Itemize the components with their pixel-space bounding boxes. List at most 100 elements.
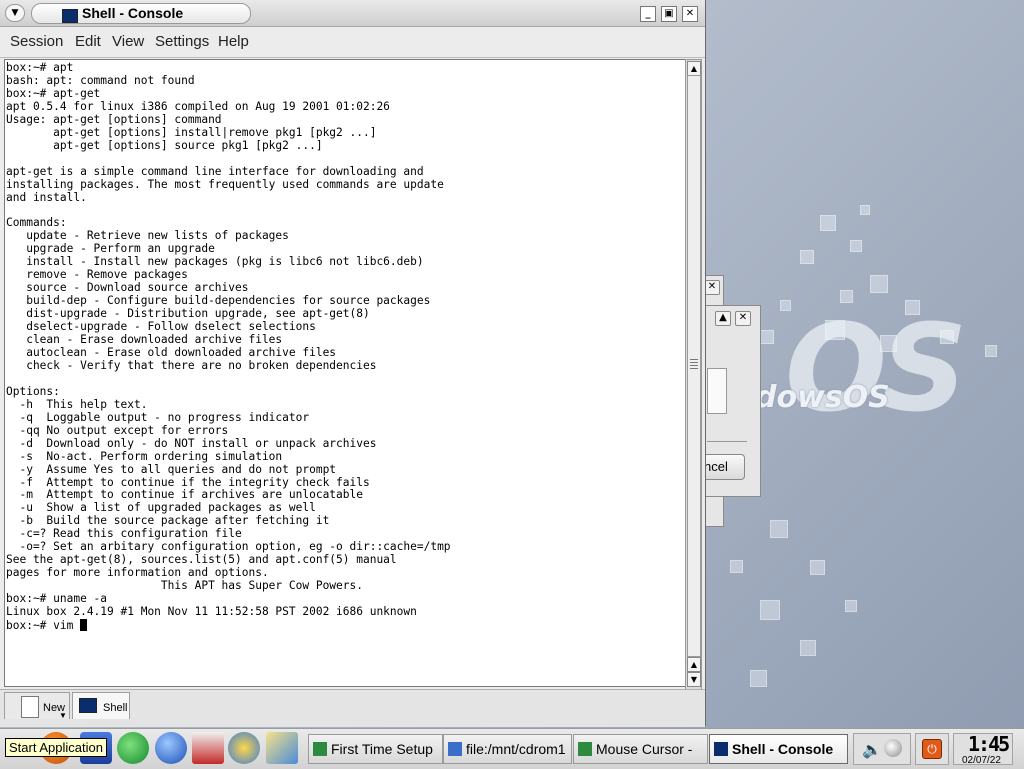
terminal-line: dist-upgrade - Distribution upgrade, see… xyxy=(26,307,370,321)
terminal-line: See the apt-get(8), sources.list(5) and … xyxy=(6,553,397,567)
bg-square xyxy=(770,520,788,538)
terminal-line: box:~# apt xyxy=(6,61,74,74)
vertical-scrollbar[interactable]: ▲ ▲ ▼ xyxy=(685,59,702,690)
menu-settings[interactable]: Settings xyxy=(155,33,209,50)
terminal-line: -m Attempt to continue if archives are u… xyxy=(19,488,363,502)
terminal-line: installing packages. The most frequently… xyxy=(6,177,444,191)
terminal-output: box:~# apt bash: apt: command not found … xyxy=(5,60,685,633)
task-first-time-setup[interactable]: First Time Setup xyxy=(308,734,443,764)
bg-square xyxy=(760,330,774,344)
system-tray: 🔈 xyxy=(853,733,911,765)
terminal-line: Linux box 2.4.19 #1 Mon Nov 11 11:52:58 … xyxy=(6,605,417,619)
console-icon xyxy=(79,698,97,713)
terminal-line: apt 0.5.4 for linux i386 compiled on Aug… xyxy=(6,99,390,113)
terminal-line: -f Attempt to continue if the integrity … xyxy=(19,475,370,489)
writer-icon[interactable] xyxy=(266,732,298,764)
terminal-prompt: box:~# vim xyxy=(6,618,81,632)
dialog-field xyxy=(707,368,727,414)
mixer-icon[interactable] xyxy=(884,739,902,757)
terminal-line: update - Retrieve new lists of packages xyxy=(26,229,289,243)
terminal-line: Options: xyxy=(6,384,60,398)
terminal-line: install - Install new packages (pkg is l… xyxy=(26,255,424,269)
terminal-area[interactable]: box:~# apt bash: apt: command not found … xyxy=(4,59,686,687)
power-icon[interactable]: ⏻ xyxy=(922,739,942,759)
bg-square xyxy=(860,205,870,215)
task-label: file:/mnt/cdrom1 xyxy=(466,741,566,757)
chevron-down-icon[interactable]: ▼ xyxy=(59,711,67,720)
bg-square xyxy=(760,600,780,620)
speaker-icon[interactable]: 🔈 xyxy=(862,740,882,759)
dialog-divider xyxy=(707,441,747,442)
terminal-line: pages for more information and options. xyxy=(6,566,269,580)
clock-date: 02/07/22 xyxy=(962,755,1001,766)
bg-square xyxy=(750,670,767,687)
menu-bar: Session Edit View Settings Help xyxy=(0,27,705,58)
session-tab-bar: New ▼ Shell xyxy=(0,689,705,727)
text-cursor xyxy=(80,618,88,631)
task-mouse-cursor[interactable]: Mouse Cursor - xyxy=(573,734,708,764)
tab-shell-label: Shell xyxy=(103,702,128,714)
tab-new[interactable]: New ▼ xyxy=(4,692,70,720)
scroll-thumb[interactable] xyxy=(687,75,701,657)
jumping-man-icon[interactable] xyxy=(228,732,260,764)
terminal-line: -d Download only - do NOT install or unp… xyxy=(19,436,377,450)
task-shell-console[interactable]: Shell - Console xyxy=(709,734,848,764)
scroll-up-arrow-icon[interactable]: ▲ xyxy=(687,657,701,672)
power-tray: ⏻ xyxy=(915,733,949,765)
terminal-line: -y Assume Yes to all queries and do not … xyxy=(19,462,337,476)
terminal-line: Usage: apt-get [options] command xyxy=(6,112,222,126)
background-dialog[interactable]: ▲ ✕ ncel xyxy=(700,305,761,497)
browser-globe-icon[interactable] xyxy=(155,732,187,764)
terminal-line: upgrade - Perform an upgrade xyxy=(26,242,215,256)
maximize-button[interactable]: ▣ xyxy=(661,6,677,22)
folder-icon xyxy=(448,742,462,756)
console-icon xyxy=(62,9,78,23)
terminal-line: apt-get [options] source pkg1 [pkg2 ...] xyxy=(53,138,323,152)
cancel-button[interactable]: ncel xyxy=(701,454,745,480)
title-pill[interactable]: Shell - Console xyxy=(31,3,251,24)
close-icon[interactable]: ✕ xyxy=(735,311,751,326)
bg-square xyxy=(800,250,814,264)
terminal-line: remove - Remove packages xyxy=(26,268,188,282)
bg-square xyxy=(845,600,857,612)
terminal-line: clean - Erase downloaded archive files xyxy=(26,333,283,347)
scroll-up-arrow-icon[interactable]: ▲ xyxy=(687,61,701,76)
title-bar[interactable]: ▼ Shell - Console _ ▣ ✕ xyxy=(0,0,705,27)
terminal-line: Commands: xyxy=(6,216,67,230)
terminal-line: -c=? Read this configuration file xyxy=(19,527,242,541)
bg-square xyxy=(870,275,888,293)
window-menu-button[interactable]: ▼ xyxy=(5,4,25,22)
grip-line xyxy=(690,368,698,369)
console-icon xyxy=(714,742,728,756)
terminal-line: build-dep - Configure build-dependencies… xyxy=(26,294,431,308)
terminal-line: -s No-act. Perform ordering simulation xyxy=(19,449,283,463)
terminal-line: -qq No output except for errors xyxy=(19,423,229,437)
menu-view[interactable]: View xyxy=(112,33,144,50)
taskbar: Start Application First Time Setup file:… xyxy=(0,728,1024,769)
toolbox-icon[interactable] xyxy=(192,732,224,764)
bg-square xyxy=(800,640,816,656)
terminal-line: source - Download source archives xyxy=(26,281,249,295)
menu-help[interactable]: Help xyxy=(218,33,249,50)
menu-edit[interactable]: Edit xyxy=(75,33,101,50)
close-button[interactable]: ✕ xyxy=(682,6,698,22)
tab-shell[interactable]: Shell xyxy=(72,692,130,719)
running-man-icon[interactable] xyxy=(117,732,149,764)
tooltip: Start Application xyxy=(5,738,107,757)
terminal-line: bash: apt: command not found xyxy=(6,73,195,87)
bg-square xyxy=(810,560,825,575)
grip-line xyxy=(690,362,698,363)
task-file-manager[interactable]: file:/mnt/cdrom1 xyxy=(443,734,572,764)
menu-session[interactable]: Session xyxy=(10,33,63,50)
scroll-down-arrow-icon[interactable]: ▼ xyxy=(687,672,701,687)
terminal-line: -u Show a list of upgraded packages as w… xyxy=(19,501,316,515)
terminal-line: -o=? Set an arbitary configuration optio… xyxy=(19,540,451,554)
close-icon[interactable]: ✕ xyxy=(704,280,720,295)
bg-square xyxy=(730,560,743,573)
new-document-icon xyxy=(21,696,39,718)
shade-icon[interactable]: ▲ xyxy=(715,311,731,326)
window-title: Shell - Console xyxy=(82,5,184,21)
minimize-button[interactable]: _ xyxy=(640,6,656,22)
task-label: Mouse Cursor - xyxy=(596,741,693,757)
terminal-line: dselect-upgrade - Follow dselect selecti… xyxy=(26,320,316,334)
